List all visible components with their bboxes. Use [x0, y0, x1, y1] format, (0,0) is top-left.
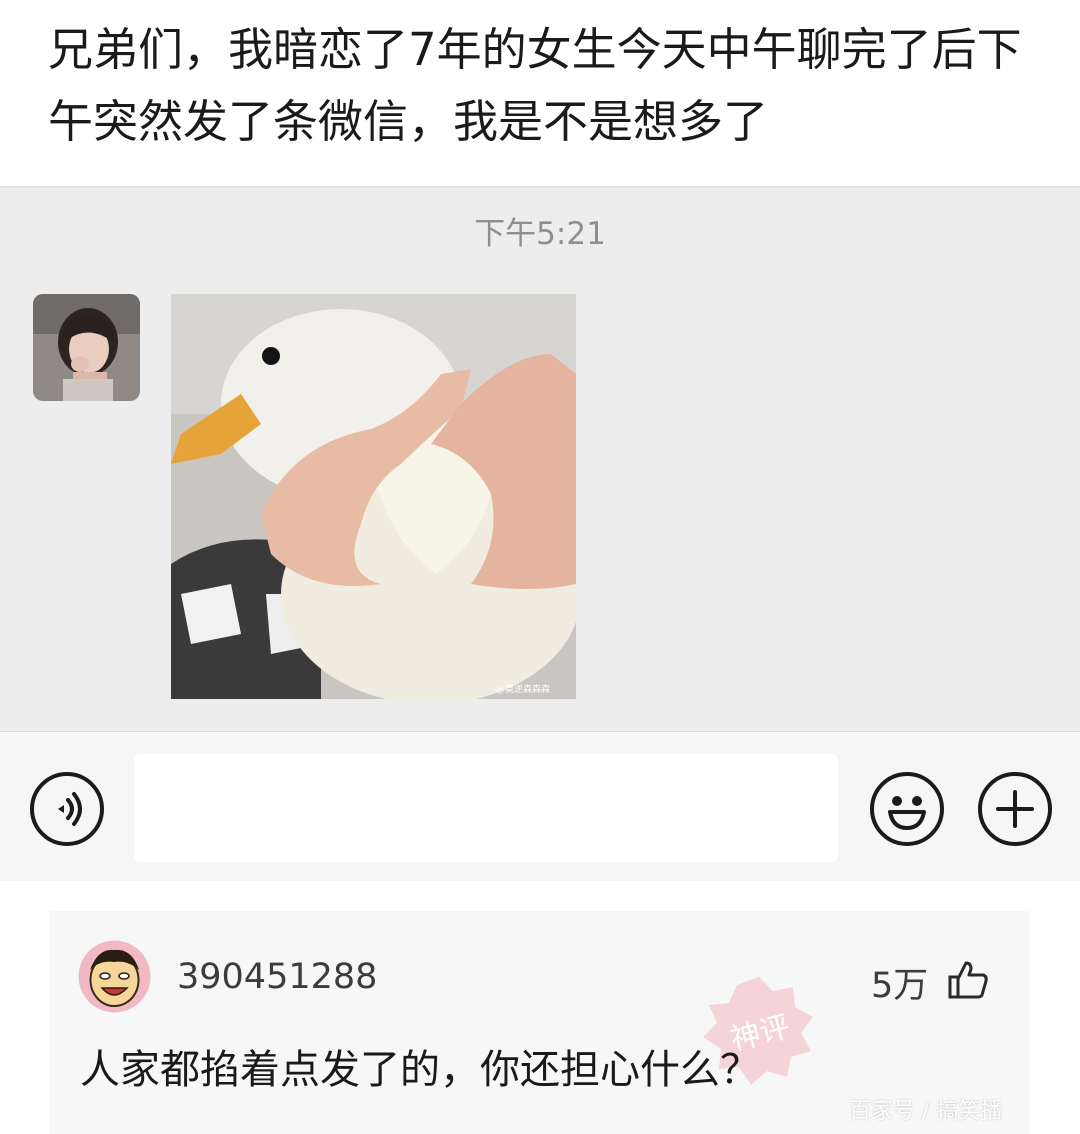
post-title: 兄弟们，我暗恋了7年的女生今天中午聊完了后下午突然发了条微信，我是不是想多了 — [48, 23, 1022, 148]
comment-text: 人家都掐着点发了的，你还担心什么？ — [80, 1047, 760, 1093]
message-input[interactable] — [134, 754, 838, 862]
plus-icon[interactable] — [978, 772, 1052, 846]
commenter-username[interactable]: 390451288 — [177, 957, 377, 997]
commenter-avatar[interactable] — [78, 940, 151, 1013]
image-message[interactable]: @莫逆森森森 — [171, 294, 576, 699]
like-count: 5万 — [871, 966, 929, 1006]
comment-card: 390451288 神评 5万 人家都掐着点发了的，你还担心什么？ 百家号 / … — [49, 911, 1029, 1134]
thumbs-up-icon[interactable] — [947, 959, 989, 1001]
source-watermark: 百家号 / 搞笑播 — [849, 1099, 1003, 1124]
message-timestamp: 下午5:21 — [474, 216, 606, 252]
contact-avatar[interactable] — [33, 294, 140, 401]
chat-input-bar — [0, 731, 1080, 881]
voice-icon[interactable] — [30, 772, 104, 846]
smiley-icon[interactable] — [870, 772, 944, 846]
image-watermark: @莫逆森森森 — [496, 683, 550, 695]
chat-area: 下午5:21 @莫逆森森森 — [0, 186, 1080, 733]
